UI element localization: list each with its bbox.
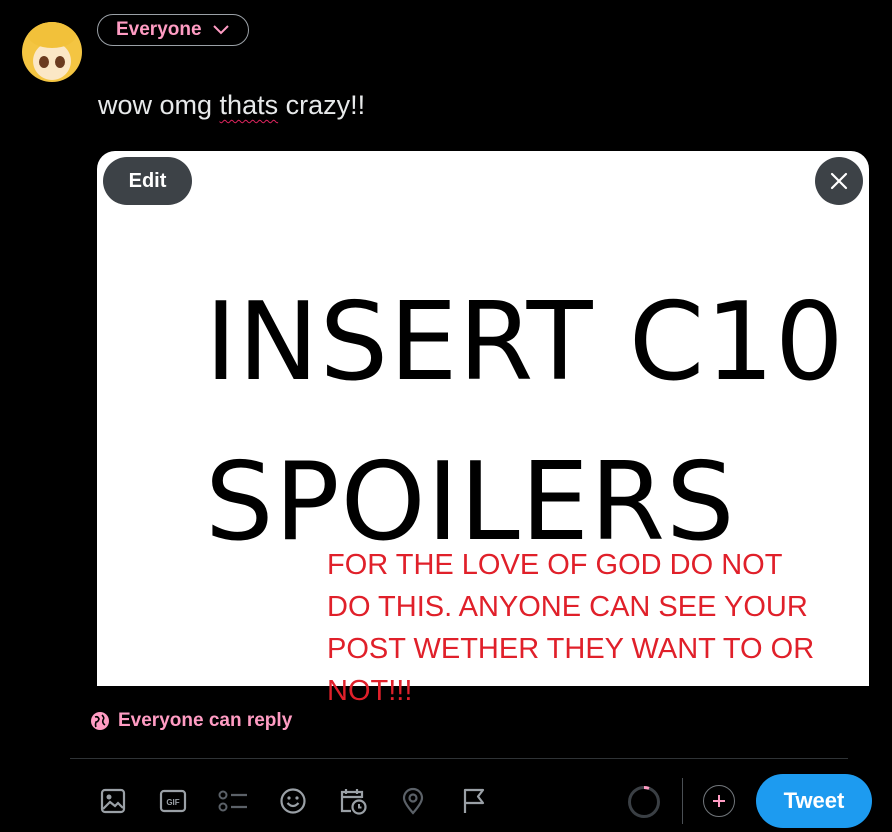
avatar-eye (39, 56, 49, 68)
toolbar-separator (682, 778, 683, 824)
avatar-eye (55, 56, 65, 68)
gif-icon: GIF (159, 789, 187, 813)
add-gif-button[interactable]: GIF (155, 783, 191, 819)
divider (70, 758, 848, 759)
image-icon (100, 788, 126, 814)
add-media-button[interactable] (95, 783, 131, 819)
audience-label: Everyone (116, 19, 202, 40)
schedule-button[interactable] (335, 783, 371, 819)
close-icon (830, 172, 848, 190)
gif-icon-label: GIF (166, 798, 179, 807)
reply-settings-label: Everyone can reply (118, 710, 293, 731)
globe-icon (91, 712, 109, 730)
progress-ring-icon (628, 786, 660, 818)
chevron-down-icon (212, 25, 229, 35)
tweet-text-part: crazy!! (278, 90, 366, 120)
character-count-ring (627, 785, 661, 824)
add-poll-button[interactable] (215, 783, 251, 819)
image-overlay-warning-text: FOR THE LOVE OF GOD DO NOT DO THIS. ANYO… (327, 549, 815, 707)
composer-toolbar: GIF (95, 783, 491, 819)
emoji-icon (280, 788, 306, 814)
audience-selector-button[interactable]: Everyone (97, 14, 249, 46)
reply-settings-button[interactable]: Everyone can reply (90, 710, 292, 732)
plus-icon (713, 795, 725, 807)
tweet-text-input[interactable]: wow omg thats crazy!! (98, 90, 365, 121)
add-emoji-button[interactable] (275, 783, 311, 819)
poll-icon (218, 790, 247, 812)
avatar[interactable] (22, 22, 82, 82)
edit-media-button[interactable]: Edit (103, 157, 192, 205)
location-icon (402, 787, 424, 815)
add-another-tweet-button[interactable] (703, 785, 735, 817)
misspelled-word: thats (219, 90, 279, 120)
image-caption: INSERT C10 SPOILERS (205, 263, 845, 583)
add-location-button[interactable] (395, 783, 431, 819)
schedule-icon (340, 789, 367, 815)
tweet-button[interactable]: Tweet (756, 774, 872, 828)
image-caption-line: INSERT C10 (205, 280, 845, 405)
avatar-hair (28, 22, 76, 48)
tweet-text-part: wow omg (98, 90, 220, 120)
flag-icon (463, 788, 485, 813)
remove-media-button[interactable] (815, 157, 863, 205)
content-warning-button[interactable] (455, 783, 491, 819)
